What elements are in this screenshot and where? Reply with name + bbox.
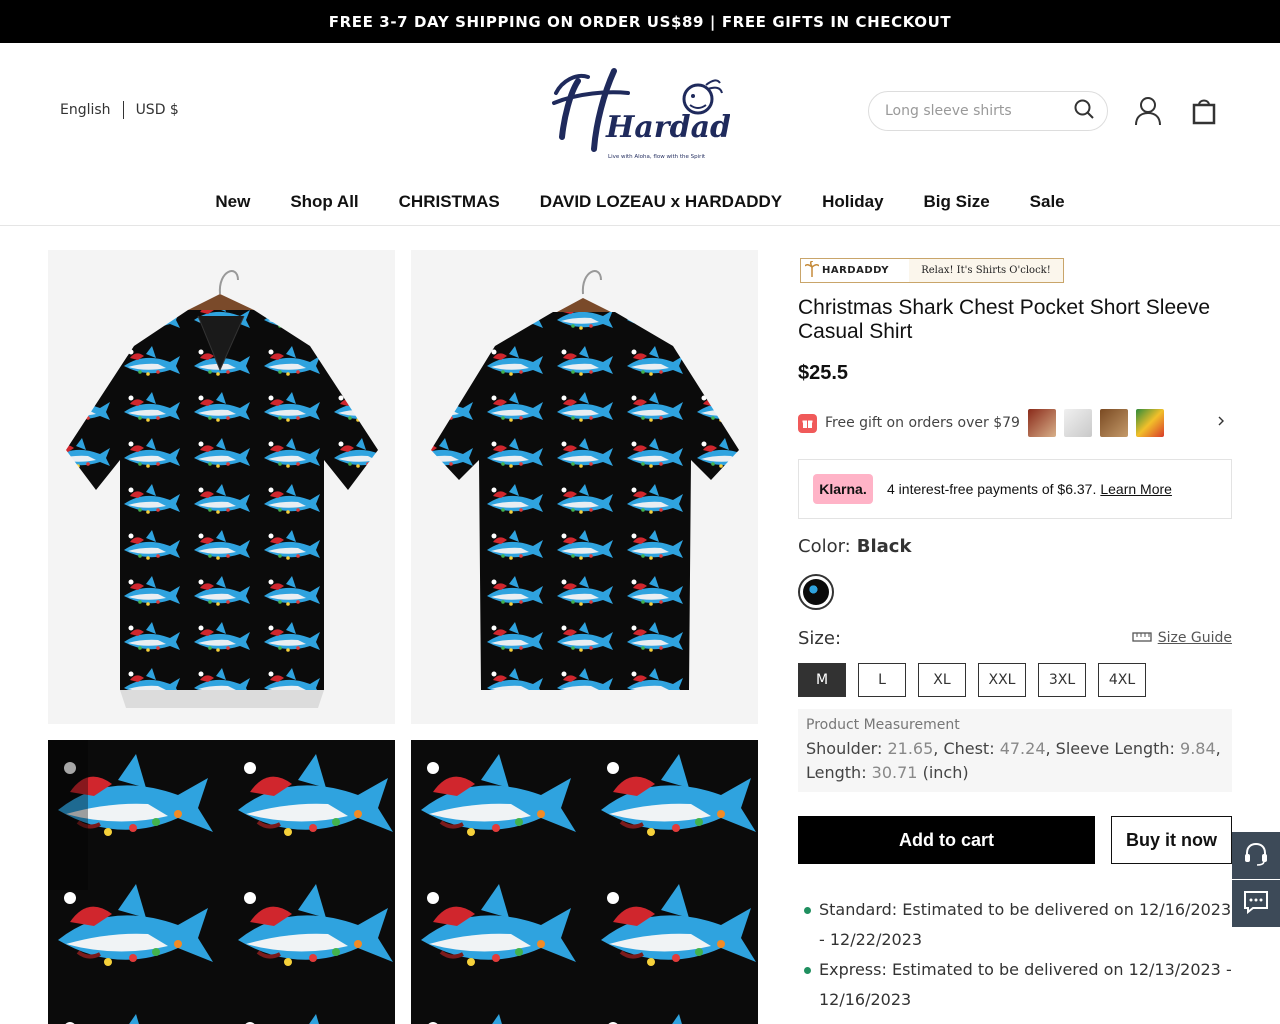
locale-switcher: English USD $: [60, 101, 179, 119]
color-swatch-black[interactable]: [798, 574, 834, 610]
nav-shop-all[interactable]: Shop All: [290, 192, 358, 212]
delivery-dot: [804, 967, 811, 974]
announcement-bar: FREE 3-7 DAY SHIPPING ON ORDER US$89 | F…: [0, 0, 1280, 43]
product-image-detail-1[interactable]: [48, 740, 395, 1024]
delivery-standard-text: Standard: Estimated to be delivered on 1…: [819, 900, 1232, 949]
product-image-back[interactable]: [411, 250, 758, 724]
site-header: English USD $ Hardaddy Live with Aloha, …: [0, 43, 1280, 179]
search-box: [868, 91, 1108, 131]
delivery-standard: Standard: Estimated to be delivered on 1…: [804, 895, 1238, 955]
size-option-4xl[interactable]: 4XL: [1098, 663, 1146, 697]
color-row: Color: Black: [798, 536, 911, 557]
main-nav: New Shop All CHRISTMAS DAVID LOZEAU x HA…: [0, 179, 1280, 226]
language-selector[interactable]: English: [60, 102, 111, 118]
user-icon[interactable]: [1132, 95, 1164, 127]
color-value: Black: [856, 536, 912, 557]
nav-new[interactable]: New: [215, 192, 250, 212]
brand-banner-logo: HARDADDY: [801, 259, 909, 282]
length-label: Length:: [806, 763, 867, 782]
klarna-box: Klarna. 4 interest-free payments of $6.3…: [798, 459, 1232, 519]
klarna-learn-more-link[interactable]: Learn More: [1100, 481, 1172, 497]
chest-value: 47.24: [999, 739, 1046, 758]
size-option-l[interactable]: L: [858, 663, 906, 697]
nav-david-lozeau[interactable]: DAVID LOZEAU x HARDADDY: [540, 192, 782, 212]
klarna-text: 4 interest-free payments of $6.37.: [887, 481, 1097, 497]
size-label: Size:: [798, 628, 842, 649]
delivery-dot: [804, 907, 811, 914]
product-title: Christmas Shark Chest Pocket Short Sleev…: [798, 296, 1211, 343]
search-icon[interactable]: [1073, 98, 1095, 124]
gift-text: Free gift on orders over $79: [825, 415, 1020, 431]
color-label: Color:: [798, 536, 851, 557]
palm-icon: [804, 260, 820, 280]
size-guide-link[interactable]: Size Guide: [1132, 630, 1232, 646]
size-option-xxl[interactable]: XXL: [978, 663, 1026, 697]
size-guide-label: Size Guide: [1157, 630, 1232, 646]
product-price: $25.5: [798, 362, 849, 384]
logo-tagline: Live with Aloha, flow with the Spirit: [608, 154, 706, 160]
size-option-3xl[interactable]: 3XL: [1038, 663, 1086, 697]
size-option-m[interactable]: M: [798, 663, 846, 697]
gift-thumb-2: [1063, 409, 1092, 437]
product-image-front[interactable]: [48, 250, 395, 724]
product-image-detail-2[interactable]: [411, 740, 758, 1024]
brand-banner: HARDADDY Relax! It's Shirts O'clock!: [800, 258, 1064, 283]
length-value: 30.71: [871, 763, 918, 782]
gift-thumb-1: [1027, 409, 1056, 437]
chest-label: Chest:: [943, 739, 995, 758]
nav-big-size[interactable]: Big Size: [924, 192, 990, 212]
sleeve-value: 9.84: [1180, 739, 1216, 758]
size-options: M L XL XXL 3XL 4XL: [798, 663, 1158, 697]
buy-now-button[interactable]: Buy it now: [1111, 816, 1232, 864]
delivery-info: Standard: Estimated to be delivered on 1…: [804, 895, 1238, 1015]
product-measurement: Product Measurement Shoulder: 21.65, Che…: [798, 709, 1232, 792]
measurement-title: Product Measurement: [806, 717, 960, 733]
headset-icon: [1243, 841, 1269, 871]
gift-thumb-4: [1135, 409, 1164, 437]
currency-selector[interactable]: USD $: [136, 102, 179, 118]
chat-icon: [1243, 890, 1269, 918]
site-logo[interactable]: Hardaddy Live with Aloha, flow with the …: [548, 63, 772, 163]
divider: [122, 101, 124, 119]
nav-holiday[interactable]: Holiday: [822, 192, 883, 212]
search-input[interactable]: [885, 103, 1073, 119]
size-option-xl[interactable]: XL: [918, 663, 966, 697]
bag-icon[interactable]: [1188, 95, 1220, 127]
logo-graphic: Hardaddy Live with Aloha, flow with the …: [552, 68, 772, 160]
sleeve-label: Sleeve Length:: [1055, 739, 1175, 758]
nav-christmas[interactable]: CHRISTMAS: [399, 192, 500, 212]
announcement-text: FREE 3-7 DAY SHIPPING ON ORDER US$89 | F…: [328, 12, 952, 31]
delivery-express: Express: Estimated to be delivered on 12…: [804, 955, 1238, 1015]
logo-wordmark: Hardaddy: [605, 110, 730, 145]
customer-service-button[interactable]: [1232, 832, 1280, 879]
measurement-unit: (inch): [922, 763, 969, 782]
add-to-cart-button[interactable]: Add to cart: [798, 816, 1095, 864]
gift-thumb-3: [1099, 409, 1128, 437]
brand-banner-slogan: Relax! It's Shirts O'clock!: [921, 265, 1051, 276]
ruler-icon: [1132, 630, 1152, 646]
klarna-badge: Klarna.: [813, 474, 873, 504]
gift-icon: [798, 413, 817, 433]
shoulder-value: 21.65: [887, 739, 934, 758]
nav-sale[interactable]: Sale: [1030, 192, 1065, 212]
chevron-right-icon[interactable]: [1216, 414, 1226, 432]
measurement-values: Shoulder: 21.65, Chest: 47.24, Sleeve Le…: [806, 739, 1221, 782]
free-gift-row[interactable]: Free gift on orders over $79: [798, 406, 1232, 440]
shoulder-label: Shoulder:: [806, 739, 883, 758]
chat-button[interactable]: [1232, 880, 1280, 927]
delivery-express-text: Express: Estimated to be delivered on 12…: [819, 960, 1232, 1009]
brand-banner-name: HARDADDY: [822, 265, 889, 276]
